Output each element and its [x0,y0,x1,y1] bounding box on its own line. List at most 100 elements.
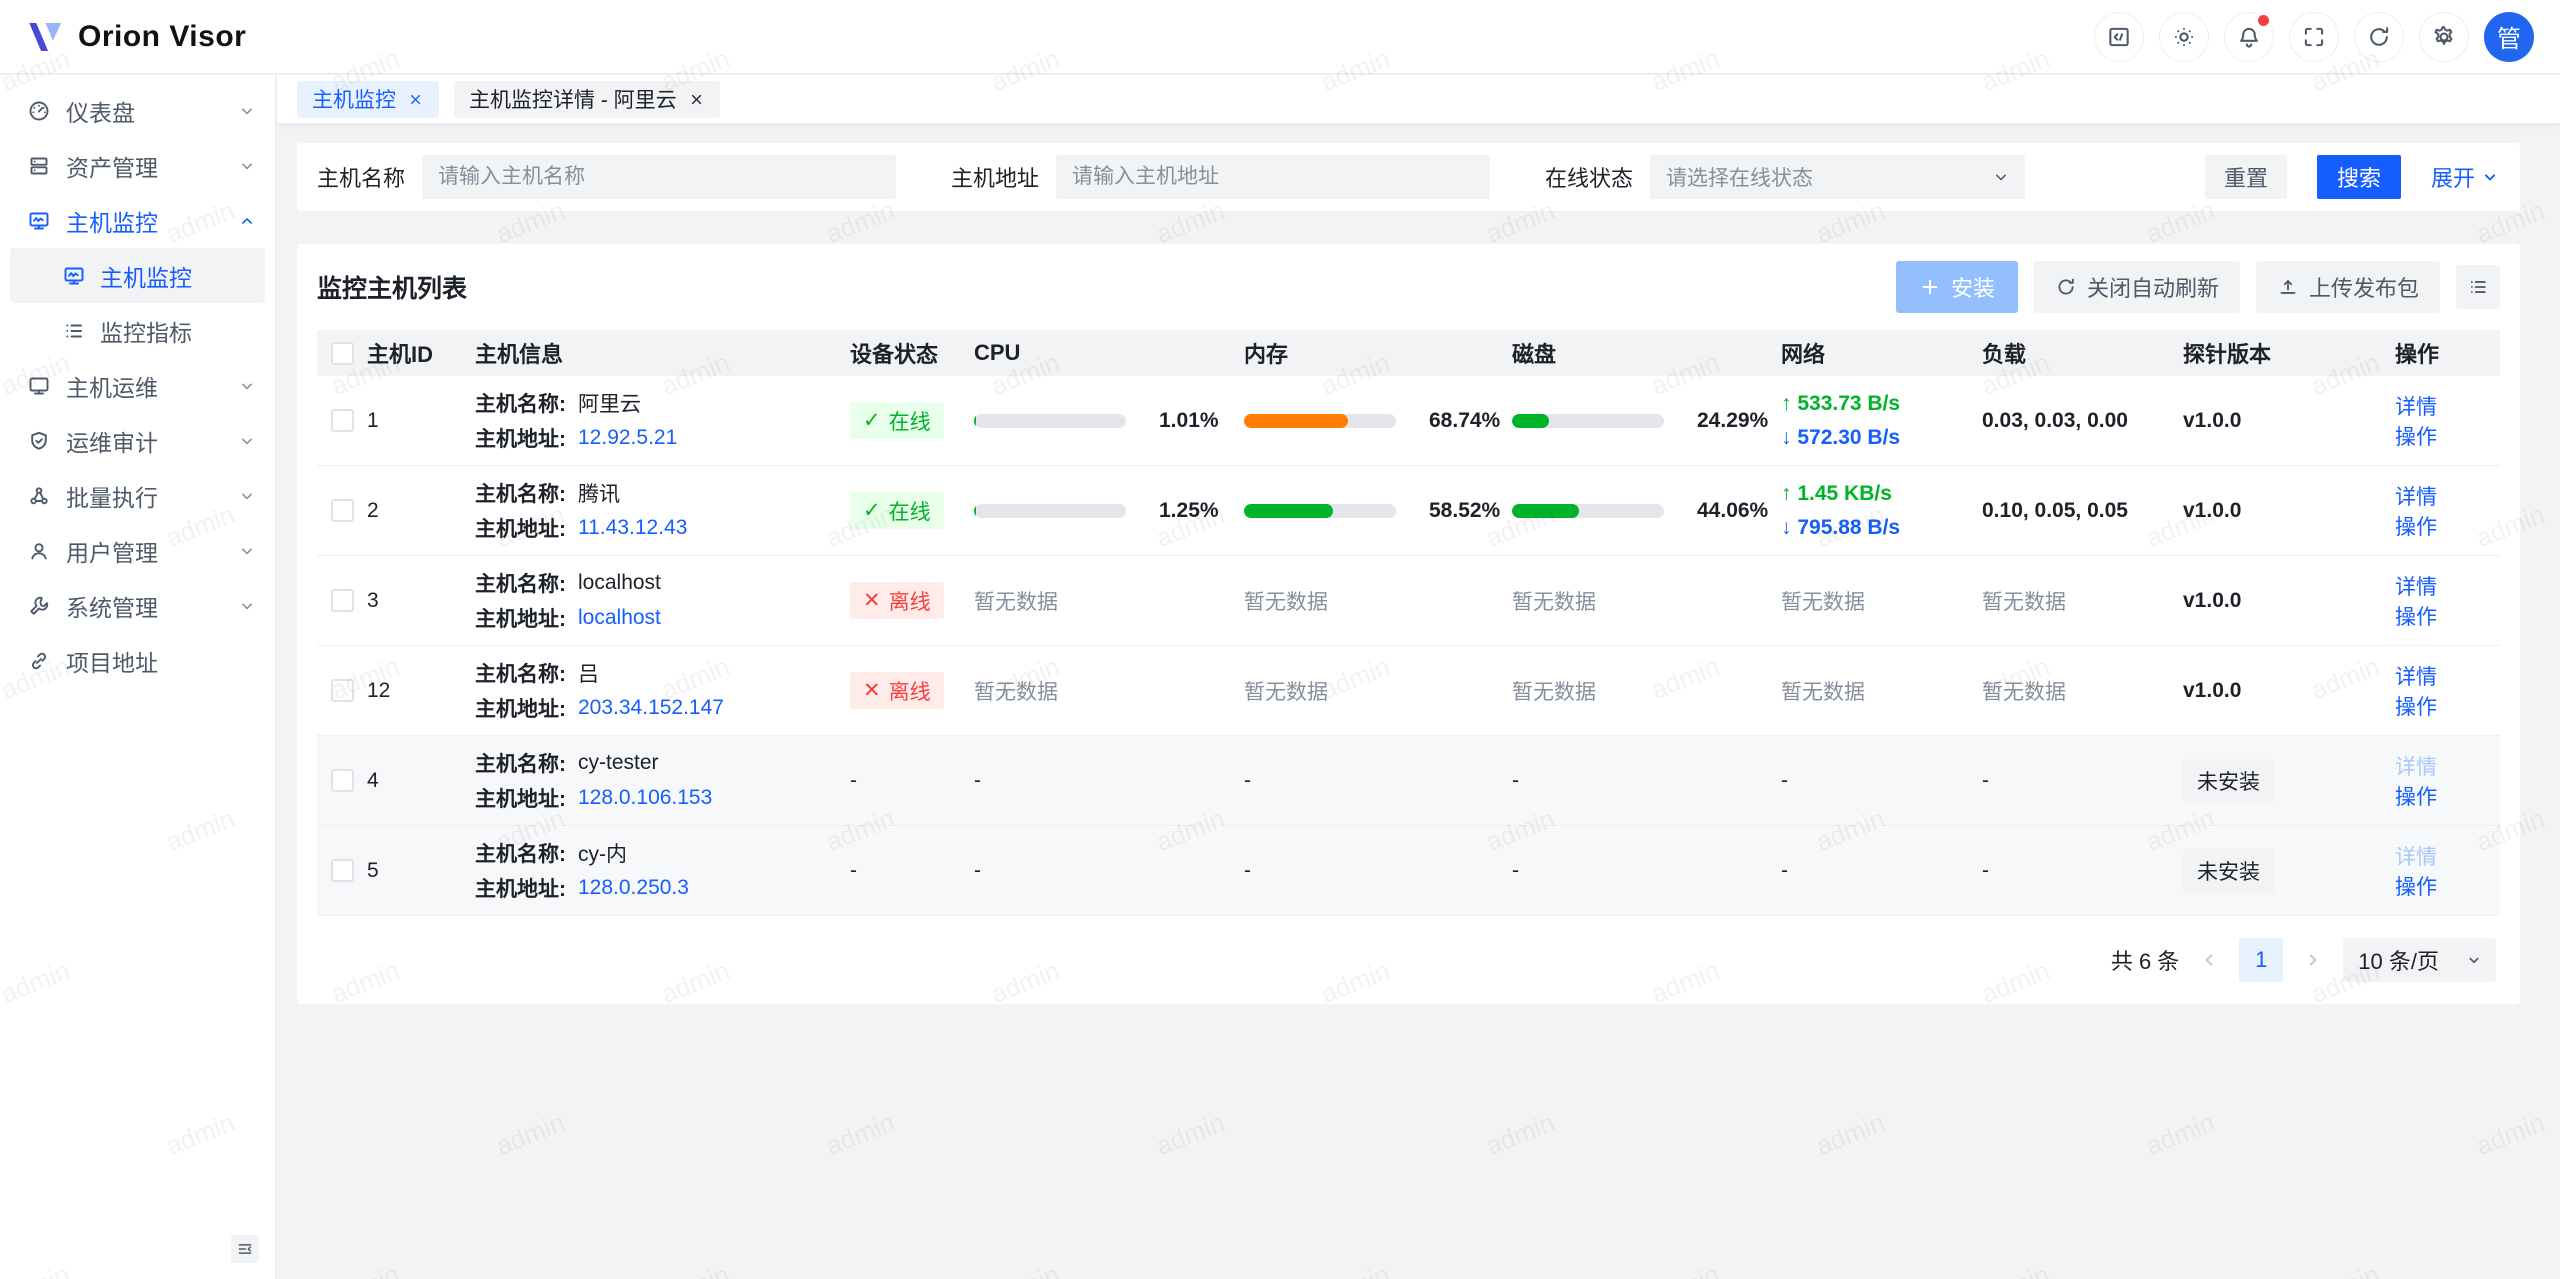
theme-toggle-button[interactable] [2159,12,2209,62]
list-icon [2467,276,2489,298]
nodes-icon [27,484,51,508]
detail-link: 详情 [2395,846,2437,869]
host-id: 5 [367,859,475,883]
row-checkbox[interactable] [331,589,354,612]
sidebar-item-label: 系统管理 [66,589,237,623]
sidebar-item-6[interactable]: 用户管理 [0,523,275,578]
sidebar-item-1[interactable]: 资产管理 [0,138,275,193]
row-checkbox[interactable] [331,409,354,432]
action-link[interactable]: 操作 [2395,426,2437,449]
row-checkbox[interactable] [331,499,354,522]
filter-field-2: 在线状态请选择在线状态 [1545,155,2025,199]
memory-usage: 暂无数据 [1244,586,1512,616]
host-info: 主机名称:cy-tester主机地址:128.0.106.153 [475,743,850,818]
status-empty: - [850,859,857,882]
column-header: 负载 [1982,337,2183,369]
sidebar-item-8[interactable]: 项目地址 [0,633,275,688]
host-info: 主机名称:腾讯主机地址:11.43.12.43 [475,473,850,548]
sidebar-subitem-0[interactable]: 主机监控 [10,248,265,303]
code-editor-button[interactable] [2094,12,2144,62]
host-address-link[interactable]: 128.0.106.153 [578,786,712,810]
host-address-link[interactable]: 12.92.5.21 [578,426,677,450]
detail-link[interactable]: 详情 [2395,396,2437,419]
settings-button[interactable] [2419,12,2469,62]
action-link[interactable]: 操作 [2395,876,2437,899]
expand-toggle[interactable]: 展开 [2431,161,2500,193]
refresh-button[interactable] [2354,12,2404,62]
sidebar-item-5[interactable]: 批量执行 [0,468,275,523]
agent-version-value: v1.0.0 [2183,499,2241,522]
close-tab-icon[interactable] [407,91,424,108]
chevron-down-icon [1991,167,2011,187]
column-header: 内存 [1244,337,1512,369]
sidebar-item-3[interactable]: 主机运维 [0,358,275,413]
network-empty: 暂无数据 [1781,681,1865,704]
sidebar-item-4[interactable]: 运维审计 [0,413,275,468]
sidebar-item-2[interactable]: 主机监控 [0,193,275,248]
action-link[interactable]: 操作 [2395,516,2437,539]
action-link[interactable]: 操作 [2395,786,2437,809]
online-status-select[interactable]: 请选择在线状态 [1650,155,2025,199]
search-button[interactable]: 搜索 [2317,155,2401,199]
sidebar-item-label: 用户管理 [66,534,237,568]
table-row: 4主机名称:cy-tester主机地址:128.0.106.153------未… [317,736,2500,826]
upload-button[interactable]: 上传发布包 [2256,261,2440,313]
column-settings-button[interactable] [2456,265,2500,309]
cpu-usage: 暂无数据 [974,676,1244,706]
app-header: Orion Visor 管 [0,0,2560,74]
row-checkbox[interactable] [331,679,354,702]
action-link[interactable]: 操作 [2395,696,2437,719]
disk-usage-bar [1512,414,1664,428]
host-info: 主机名称:阿里云主机地址:12.92.5.21 [475,383,850,458]
host-info: 主机名称:localhost主机地址:localhost [475,563,850,638]
detail-link[interactable]: 详情 [2395,576,2437,599]
host-address-link[interactable]: localhost [578,606,661,630]
agent-version: 未安装 [2183,759,2395,803]
tab-1[interactable]: 主机监控详情 - 阿里云 [454,81,720,118]
detail-link[interactable]: 详情 [2395,486,2437,509]
sidebar-item-label: 资产管理 [66,149,237,183]
page-1-button[interactable]: 1 [2239,938,2283,982]
expand-label: 展开 [2431,161,2475,193]
network: - [1781,769,1982,793]
cpu-usage: 暂无数据 [974,586,1244,616]
disk-usage: 44.06% [1512,499,1781,523]
prev-page-button[interactable] [2198,949,2220,971]
close-tab-icon[interactable] [688,91,705,108]
table-toolbar: 安装 关闭自动刷新 上传发布包 [1896,261,2500,313]
filter-input-1[interactable] [1072,165,1474,189]
filter-input-0[interactable] [438,165,880,189]
install-button[interactable]: 安装 [1896,261,2018,313]
host-address-link[interactable]: 128.0.250.3 [578,876,689,900]
row-checkbox[interactable] [331,769,354,792]
network-empty: - [1781,859,1788,882]
sidebar-item-0[interactable]: 仪表盘 [0,83,275,138]
menu-fold-icon [236,1240,254,1258]
status-badge: ✓在线 [850,492,944,529]
logo-area: Orion Visor [24,16,246,58]
action-link[interactable]: 操作 [2395,606,2437,629]
host-address-link[interactable]: 11.43.12.43 [578,516,687,540]
agent-version-value: v1.0.0 [2183,679,2241,702]
select-all-checkbox[interactable] [331,342,354,365]
page-size-select[interactable]: 10 条/页 [2343,938,2496,982]
host-address-link[interactable]: 203.34.152.147 [578,696,724,720]
fullscreen-button[interactable] [2289,12,2339,62]
notifications-button[interactable] [2224,12,2274,62]
sidebar-collapse-button[interactable] [231,1235,259,1263]
tab-0[interactable]: 主机监控 [297,81,439,118]
refresh-icon [2055,276,2077,298]
next-page-button[interactable] [2302,949,2324,971]
auto-refresh-button[interactable]: 关闭自动刷新 [2034,261,2240,313]
memory-usage-empty: 暂无数据 [1244,591,1328,614]
status-label: 在线 [889,496,931,526]
sidebar-item-7[interactable]: 系统管理 [0,578,275,633]
column-header: 主机ID [367,337,475,369]
detail-link[interactable]: 详情 [2395,666,2437,689]
user-avatar[interactable]: 管 [2484,12,2534,62]
total-count: 共 6 条 [2111,944,2179,976]
row-checkbox[interactable] [331,859,354,882]
reset-button[interactable]: 重置 [2205,155,2287,199]
sidebar-subitem-1[interactable]: 监控指标 [10,303,265,358]
host-id: 12 [367,679,475,703]
